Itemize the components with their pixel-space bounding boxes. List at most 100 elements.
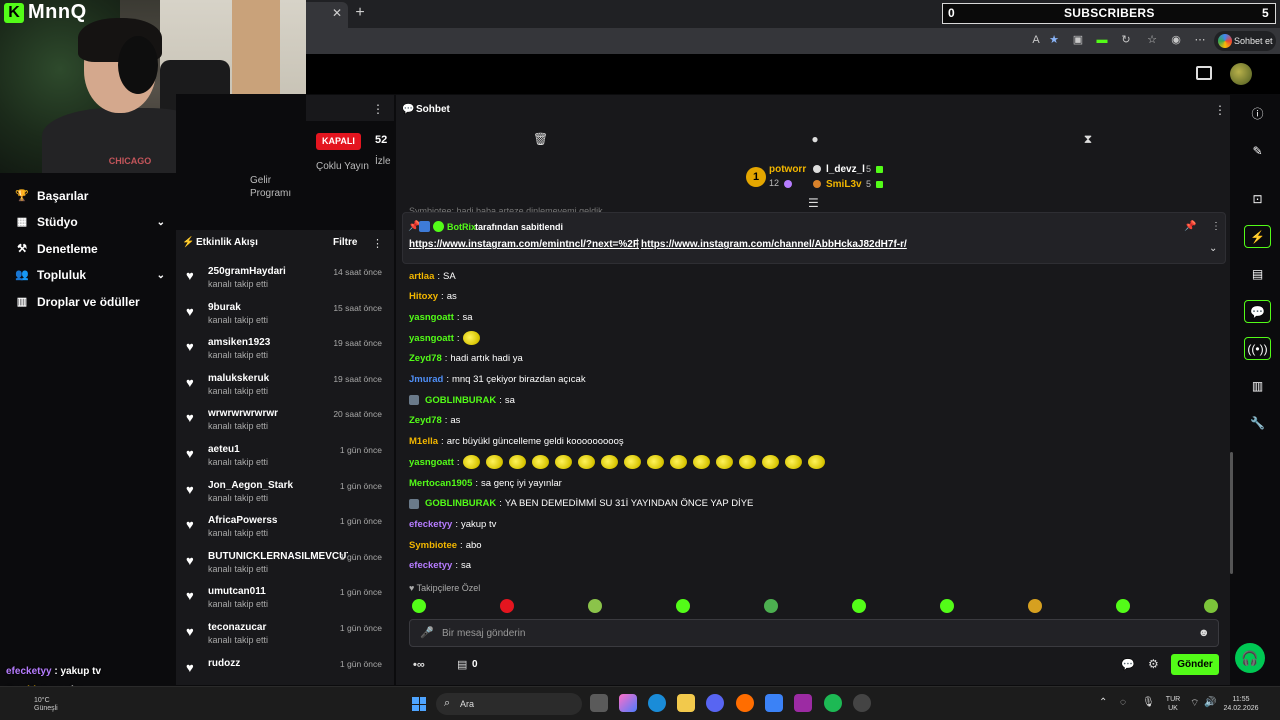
read-aloud-icon[interactable]: A [1028,32,1044,48]
info-icon[interactable]: ⓘ [1244,103,1271,126]
chat-username[interactable]: GOBLINBURAK [425,498,496,509]
profile-icon[interactable]: ◉ [1168,32,1184,48]
activity-item[interactable]: ♥BUTUNICKLERNASILMEVCUTAMkanalı takip et… [186,551,386,585]
chat-menu-icon[interactable]: ⋮ [1214,103,1226,117]
quick-emote-icon[interactable] [588,599,602,613]
tab-close-icon[interactable]: ✕ [330,6,344,20]
quick-emote-icon[interactable] [940,599,954,613]
tray-mic-icon[interactable]: 🎙 [1142,697,1155,708]
favorite-star-icon[interactable]: ★ [1046,32,1062,48]
wrench-icon[interactable]: 🔧 [1244,412,1271,435]
collections-icon[interactable]: ☆ [1144,32,1160,48]
focus-icon[interactable]: ⊡ [1244,188,1271,211]
activity-item[interactable]: ♥ malukskeruk kanalı takip etti 19 saat önc… [186,373,386,407]
expand-podium-icon[interactable]: ☰ [808,196,819,210]
points-infinity-icon[interactable]: •∞ [413,659,425,671]
chat-scrollbar[interactable] [1230,452,1233,574]
quick-emote-icon[interactable] [500,599,514,613]
pinned-menu-icon[interactable]: ⋮ [1211,221,1221,232]
chat-username[interactable]: yasngoatt [409,457,454,468]
chevron-down-icon[interactable]: ⌄ [157,270,165,281]
quick-emote-icon[interactable] [412,599,426,613]
chat-username[interactable]: efecketyy [409,560,452,571]
activity-menu-icon[interactable]: ⋮ [372,237,383,250]
pinned-bot-name[interactable]: BotRix [447,222,476,232]
sidebar-item[interactable]: ▦ Stüdyo ⌄ [15,212,165,232]
activity-item[interactable]: ♥ wrwrwrwrwrwr kanalı takip etti 20 saat ön… [186,408,386,442]
activity-item[interactable]: ♥ umutcan011 kanalı takip etti 1 gün önce [186,586,386,620]
pinned-link-1[interactable]: https://www.instagram.com/emintncl/?next… [409,239,639,250]
chat-username[interactable]: Jmurad [409,374,443,385]
sidebar-item[interactable]: 🏆 Başarılar [15,186,165,206]
media-app-icon[interactable] [794,694,812,712]
taskbar-clock[interactable]: 11:55 24.02.2026 [1220,695,1262,713]
chat-settings-bubble-icon[interactable]: 💬 [1121,658,1135,671]
slow-mode-hourglass-icon[interactable]: ⧗ [1081,132,1095,146]
bolt-rail-icon[interactable]: ⚡ [1244,225,1271,248]
activity-item[interactable]: ♥ 250gramHaydari kanalı takip etti 14 saat … [186,266,386,300]
revenue-program-link[interactable]: Gelir Programı [250,174,306,200]
extension-icon[interactable]: ▣ [1070,32,1086,48]
layout-icon[interactable]: ▥ [1244,375,1271,398]
tray-wifi-icon[interactable]: ⌔ [1190,697,1199,710]
quick-emote-icon[interactable] [1204,599,1218,613]
pinned-collapse-chevron-icon[interactable]: ⌄ [1209,243,1217,254]
chat-rail-icon[interactable]: 💬 [1244,300,1271,323]
chat-username[interactable]: yasngoatt [409,333,454,344]
podium-second-name[interactable]: l_devz_l [826,164,865,175]
chat-input[interactable] [409,619,1219,647]
activity-item[interactable]: ♥ teconazucar kanalı takip etti 1 gün önce [186,622,386,656]
edge-icon[interactable] [648,694,666,712]
chat-username[interactable]: Zeyd78 [409,415,442,426]
edit-pencil-icon[interactable]: ✎ [1244,140,1271,163]
gear-icon[interactable]: ⚙ [1148,657,1159,671]
tray-network-icon[interactable]: ◌ [1120,697,1126,708]
tray-chevron-icon[interactable]: ⌃ [1099,697,1107,708]
chat-username[interactable]: artlaa [409,271,434,282]
discord-icon[interactable] [706,694,724,712]
chat-username[interactable]: M1ella [409,436,438,447]
activity-item[interactable]: ♥ AfricaPowerss kanalı takip etti 1 gün önc… [186,515,386,549]
quick-emote-icon[interactable] [764,599,778,613]
emoji-icon[interactable]: ☻ [1198,627,1210,639]
task-view-icon[interactable] [590,694,608,712]
language-indicator[interactable]: TUR UK [1162,695,1184,713]
chat-username[interactable]: GOBLINBURAK [425,395,496,406]
activity-item[interactable]: ♥ 9burak kanalı takip etti 15 saat önce [186,302,386,336]
podium-first-name[interactable]: potworr [769,164,806,175]
active-app-icon[interactable] [765,694,783,712]
unpin-icon[interactable]: 📌 [1184,221,1196,232]
activity-item[interactable]: ♥ aeteu1 kanalı takip etti 1 gün önce [186,444,386,478]
new-tab-icon[interactable]: + [353,4,367,22]
start-windows-icon[interactable] [412,697,426,711]
user-avatar[interactable] [1230,63,1252,85]
multistream-link[interactable]: Çoklu Yayın [316,160,372,173]
weather-widget[interactable]: 10°C Güneşli [34,697,58,713]
activity-item[interactable]: ♥ Jon_Aegon_Stark kanalı takip etti 1 gün ö… [186,480,386,514]
chat-username[interactable]: Mertocan1905 [409,478,472,489]
activity-item[interactable]: ♥ amsiken1923 kanalı takip etti 19 saat önc… [186,337,386,371]
quick-emote-icon[interactable] [676,599,690,613]
quick-emote-icon[interactable] [1116,599,1130,613]
sidebar-item[interactable]: ⚒ Denetleme [15,239,165,259]
theater-mode-icon[interactable] [1196,66,1212,80]
trash-icon[interactable]: 🗑 [533,132,548,146]
chat-username[interactable]: yasngoatt [409,312,454,323]
chat-username[interactable]: Zeyd78 [409,353,442,364]
chat-username[interactable]: efecketyy [409,519,452,530]
taskbar-search[interactable] [436,693,582,715]
file-explorer-icon[interactable] [677,694,695,712]
microphone-icon[interactable]: 🎤 [420,626,434,639]
podium-third-name[interactable]: SmiL3v [826,179,862,190]
kick-extension-icon[interactable]: ▬ [1094,32,1110,48]
spotify-icon[interactable] [824,694,842,712]
support-headset-icon[interactable]: 🎧 [1235,643,1265,673]
activity-filter-button[interactable]: Filtre [333,237,357,248]
obs-icon[interactable] [853,694,871,712]
copilot-app-icon[interactable] [619,694,637,712]
store-icon[interactable]: ▤ [457,658,467,671]
chevron-down-icon[interactable]: ⌄ [157,217,165,228]
chat-username[interactable]: Hitoxy [409,291,438,302]
sidebar-item[interactable]: ▥ Droplar ve ödüller [15,292,165,312]
more-menu-icon[interactable]: ⋯ [1192,32,1208,48]
